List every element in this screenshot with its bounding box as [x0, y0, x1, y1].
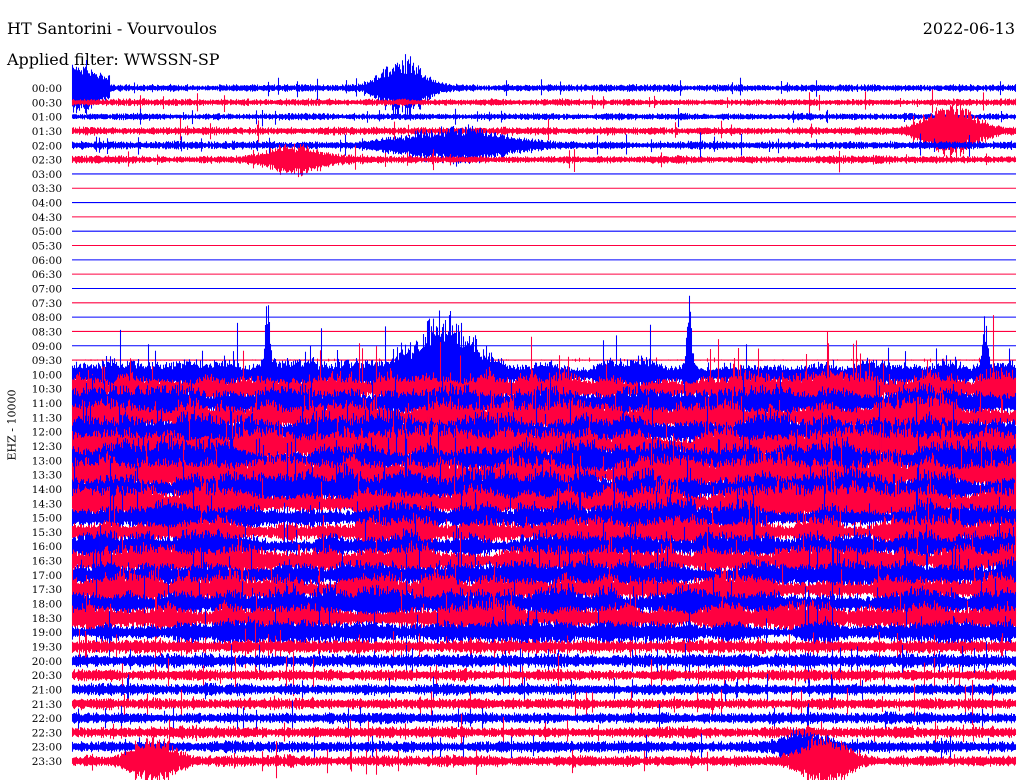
time-label: 06:00 — [32, 255, 62, 267]
time-label: 05:00 — [32, 226, 62, 238]
time-label: 09:30 — [32, 355, 62, 367]
time-label: 05:30 — [32, 241, 62, 253]
time-label: 07:30 — [32, 298, 62, 310]
trace-row-0100 — [71, 108, 1017, 128]
time-label: 08:00 — [32, 312, 62, 324]
time-label: 08:30 — [32, 326, 62, 338]
time-label: 01:30 — [32, 126, 62, 138]
time-label: 18:30 — [32, 613, 62, 625]
time-labels: 00:00 00:30 01:00 01:30 02:00 02:30 03:00 03:30… — [32, 83, 62, 768]
time-label: 09:00 — [32, 341, 62, 353]
time-label: 00:30 — [32, 97, 62, 109]
time-label: 02:30 — [32, 155, 62, 167]
traces — [71, 54, 1017, 780]
time-label: 04:00 — [32, 198, 62, 210]
time-label: 21:30 — [32, 699, 62, 711]
time-label: 14:00 — [32, 484, 62, 496]
time-label: 03:00 — [32, 169, 62, 181]
time-label: 11:00 — [32, 398, 62, 410]
time-label: 10:30 — [32, 384, 62, 396]
time-label: 06:30 — [32, 269, 62, 281]
time-label: 16:00 — [32, 541, 62, 553]
time-label: 04:30 — [32, 212, 62, 224]
time-label: 15:30 — [32, 527, 62, 539]
time-label: 12:30 — [32, 441, 62, 453]
time-label: 23:30 — [32, 756, 62, 768]
time-label: 02:00 — [32, 140, 62, 152]
time-label: 16:30 — [32, 556, 62, 568]
time-label: 13:30 — [32, 470, 62, 482]
time-label: 11:30 — [32, 412, 62, 424]
helicorder-plot: 00:00 00:30 01:00 01:30 02:00 02:30 03:00 03:30… — [32, 54, 1017, 780]
time-label: 17:30 — [32, 584, 62, 596]
time-label: 19:00 — [32, 627, 62, 639]
time-label: 20:00 — [32, 656, 62, 668]
time-label: 22:30 — [32, 727, 62, 739]
time-label: 17:00 — [32, 570, 62, 582]
time-label: 07:00 — [32, 283, 62, 295]
time-label: 13:00 — [32, 455, 62, 467]
time-label: 18:00 — [32, 599, 62, 611]
time-label: 03:30 — [32, 183, 62, 195]
time-label: 15:00 — [32, 513, 62, 525]
time-label: 19:30 — [32, 641, 62, 653]
trace-row-0030 — [71, 89, 1017, 114]
trace-row-0000 — [71, 54, 1017, 121]
time-label: 12:00 — [32, 427, 62, 439]
time-label: 10:00 — [32, 369, 62, 381]
time-label: 00:00 — [32, 83, 62, 95]
time-label: 20:30 — [32, 670, 62, 682]
time-label: 23:00 — [32, 742, 62, 754]
trace-row-0930 — [71, 357, 1017, 363]
time-label: 14:30 — [32, 498, 62, 510]
time-label: 01:00 — [32, 112, 62, 124]
time-label: 21:00 — [32, 684, 62, 696]
time-label: 22:00 — [32, 713, 62, 725]
